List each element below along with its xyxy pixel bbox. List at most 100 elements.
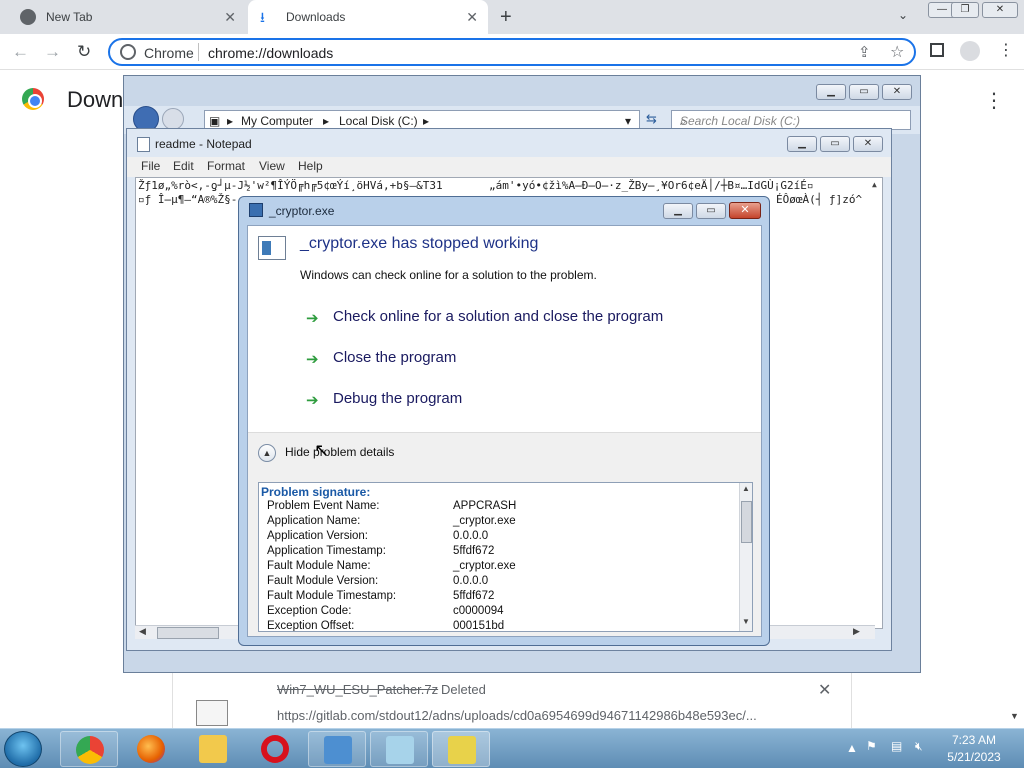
tab-downloads[interactable]: ⭳ Downloads ✕ <box>248 0 488 34</box>
refresh-icon[interactable]: ⇆ <box>646 111 657 127</box>
menu-view[interactable]: View <box>259 159 285 173</box>
option-label: Debug the program <box>333 390 463 407</box>
dialog-close-button[interactable]: ✕ <box>729 202 761 219</box>
dialog-minimize-button[interactable]: ▁ <box>663 203 693 219</box>
scroll-left-arrow-icon[interactable]: ◀ <box>139 626 146 637</box>
back-arrow-icon[interactable]: ← <box>12 42 29 62</box>
tab-new-tab[interactable]: New Tab ✕ <box>8 0 246 34</box>
close-program-option[interactable]: ➔ Close the program <box>306 349 506 371</box>
explorer-maximize-button[interactable]: ▭ <box>849 84 879 100</box>
menu-help[interactable]: Help <box>298 159 323 173</box>
detail-key: Fault Module Timestamp: <box>267 590 397 602</box>
download-filename[interactable]: Win7_WU_ESU_Patcher.7z <box>277 682 438 697</box>
hide-details-toggle[interactable]: Hide problem details <box>285 445 394 459</box>
explorer-address-bar[interactable]: ▣ ▸ My Computer ▸ Local Disk (C:) ▸ ▾ <box>204 110 640 130</box>
omnibox-separator <box>198 43 199 61</box>
notepad-icon <box>386 736 414 764</box>
clock-time[interactable]: 7:23 AM <box>949 733 999 747</box>
close-tab-icon[interactable]: ✕ <box>224 9 236 26</box>
notepad-title: readme - Notepad <box>155 137 252 151</box>
address-bar[interactable]: Chrome chrome://downloads ⇪ ☆ <box>108 38 916 66</box>
notepad-close-button[interactable]: ✕ <box>853 136 883 152</box>
computer-icon: ▣ <box>209 114 221 128</box>
taskbar-notepad[interactable] <box>370 731 428 767</box>
detail-value: 5ffdf672 <box>453 545 495 557</box>
option-label: Check online for a solution and close th… <box>333 308 664 325</box>
scroll-right-arrow-icon[interactable]: ▶ <box>853 626 860 637</box>
details-row: Problem Event Name: APPCRASH <box>267 500 737 515</box>
problem-details-box[interactable]: Problem signature: Problem Event Name: A… <box>258 482 753 632</box>
check-online-option[interactable]: ➔ Check online for a solution and close … <box>306 308 726 330</box>
crash-subtitle: Windows can check online for a solution … <box>300 268 597 282</box>
debug-program-option[interactable]: ➔ Debug the program <box>306 390 506 412</box>
forward-arrow-icon[interactable] <box>162 108 184 130</box>
network-icon[interactable]: ▤ <box>891 739 902 753</box>
menu-edit[interactable]: Edit <box>173 159 194 173</box>
details-row: Fault Module Name: _cryptor.exe <box>267 560 737 575</box>
chrome-menu-icon[interactable]: ⋮ <box>998 40 1014 60</box>
chrome-site-icon <box>120 44 136 60</box>
breadcrumb-item[interactable]: Local Disk (C:) <box>339 114 418 128</box>
details-row: Exception Code: c0000094 <box>267 605 737 620</box>
dialog-title: _cryptor.exe <box>269 204 335 218</box>
taskbar-opera[interactable] <box>246 731 304 767</box>
download-item <box>172 672 852 732</box>
archive-file-icon <box>196 700 228 726</box>
share-icon[interactable]: ⇪ <box>858 43 871 61</box>
taskbar-cryptor[interactable] <box>432 731 490 767</box>
close-button[interactable]: ✕ <box>982 2 1018 18</box>
crash-heading: _cryptor.exe has stopped working <box>300 235 539 252</box>
chrome-logo-icon <box>22 88 44 110</box>
volume-muted-icon[interactable]: 🔇︎ <box>915 739 923 754</box>
start-button[interactable] <box>4 731 42 767</box>
scroll-up-arrow-icon[interactable]: ▲ <box>872 180 877 189</box>
scroll-up-arrow-icon[interactable]: ▲ <box>742 484 750 493</box>
tab-search-chevron-icon[interactable]: ⌄ <box>898 8 908 22</box>
control-panel-icon <box>324 736 352 764</box>
taskbar-control-panel[interactable] <box>308 731 366 767</box>
notepad-minimize-button[interactable]: ▁ <box>787 136 817 152</box>
taskbar-explorer[interactable] <box>184 731 242 767</box>
explorer-close-button[interactable]: ✕ <box>882 84 912 100</box>
address-dropdown-icon[interactable]: ▾ <box>625 114 631 128</box>
scroll-thumb[interactable] <box>741 501 752 543</box>
breadcrumb-item[interactable]: My Computer <box>241 114 313 128</box>
remove-download-icon[interactable]: ✕ <box>818 680 831 700</box>
chevron-up-icon[interactable]: ▲ <box>258 444 276 462</box>
detail-value: _cryptor.exe <box>453 515 516 527</box>
profile-avatar-icon[interactable] <box>960 41 980 61</box>
close-tab-icon[interactable]: ✕ <box>466 9 478 26</box>
scroll-thumb[interactable] <box>157 627 219 639</box>
show-hidden-icons-icon[interactable]: ▲ <box>846 741 858 755</box>
more-actions-icon[interactable]: ⋮ <box>984 88 1004 113</box>
explorer-search-input[interactable]: Search Local Disk (C:) ⌕ <box>671 110 911 130</box>
new-tab-button[interactable]: + <box>500 6 512 29</box>
dialog-maximize-button[interactable]: ▭ <box>696 203 726 219</box>
scroll-down-arrow-icon[interactable]: ▼ <box>742 617 750 626</box>
taskbar-chrome[interactable] <box>60 731 118 767</box>
chrome-tabstrip: New Tab ✕ ⭳ Downloads ✕ + ⌄ — ❐ ✕ <box>0 0 1024 34</box>
details-row: Fault Module Timestamp: 5ffdf672 <box>267 590 737 605</box>
details-vertical-scrollbar[interactable]: ▲ ▼ <box>739 483 752 631</box>
reload-icon[interactable]: ↻ <box>77 42 91 62</box>
detail-key: Problem Event Name: <box>267 500 380 512</box>
folder-icon <box>199 735 227 763</box>
side-panel-icon[interactable] <box>930 43 944 57</box>
page-title: Down <box>67 87 124 112</box>
clock-date[interactable]: 5/21/2023 <box>946 750 1002 764</box>
explorer-minimize-button[interactable]: ▁ <box>816 84 846 100</box>
details-row: Fault Module Version: 0.0.0.0 <box>267 575 737 590</box>
menu-format[interactable]: Format <box>207 159 245 173</box>
bookmark-star-icon[interactable]: ☆ <box>890 42 904 62</box>
download-url[interactable]: https://gitlab.com/stdout12/adns/uploads… <box>277 708 757 723</box>
scroll-down-arrow-icon[interactable]: ▼ <box>1010 711 1019 721</box>
firefox-icon <box>137 735 165 763</box>
taskbar-firefox[interactable] <box>122 731 180 767</box>
app-icon <box>249 203 263 217</box>
notepad-maximize-button[interactable]: ▭ <box>820 136 850 152</box>
detail-value: 5ffdf672 <box>453 590 495 602</box>
forward-arrow-icon[interactable]: → <box>44 42 61 62</box>
menu-file[interactable]: File <box>141 159 160 173</box>
restore-button[interactable]: ❐ <box>951 2 979 18</box>
flag-icon[interactable]: ⚑ <box>866 739 877 753</box>
